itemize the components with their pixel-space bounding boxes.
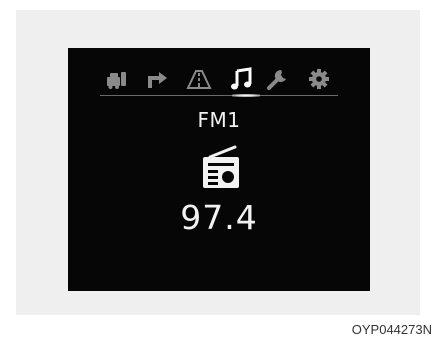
cluster-display: FM1 97.4 — [68, 48, 370, 291]
road-icon[interactable] — [186, 66, 212, 92]
turn-arrow-icon[interactable] — [144, 66, 170, 92]
mode-tab-bar — [104, 66, 334, 92]
radio-icon — [202, 145, 240, 189]
radio-frequency: 97.4 — [180, 198, 258, 237]
tab-divider — [100, 95, 338, 96]
radio-band-label: FM1 — [197, 108, 241, 132]
wrench-icon[interactable] — [264, 66, 290, 92]
figure-code: OYP044273N — [351, 322, 432, 337]
gear-icon[interactable] — [306, 66, 332, 92]
car-info-icon[interactable] — [104, 66, 130, 92]
active-tab-indicator — [232, 94, 260, 97]
music-note-icon[interactable] — [228, 66, 254, 92]
